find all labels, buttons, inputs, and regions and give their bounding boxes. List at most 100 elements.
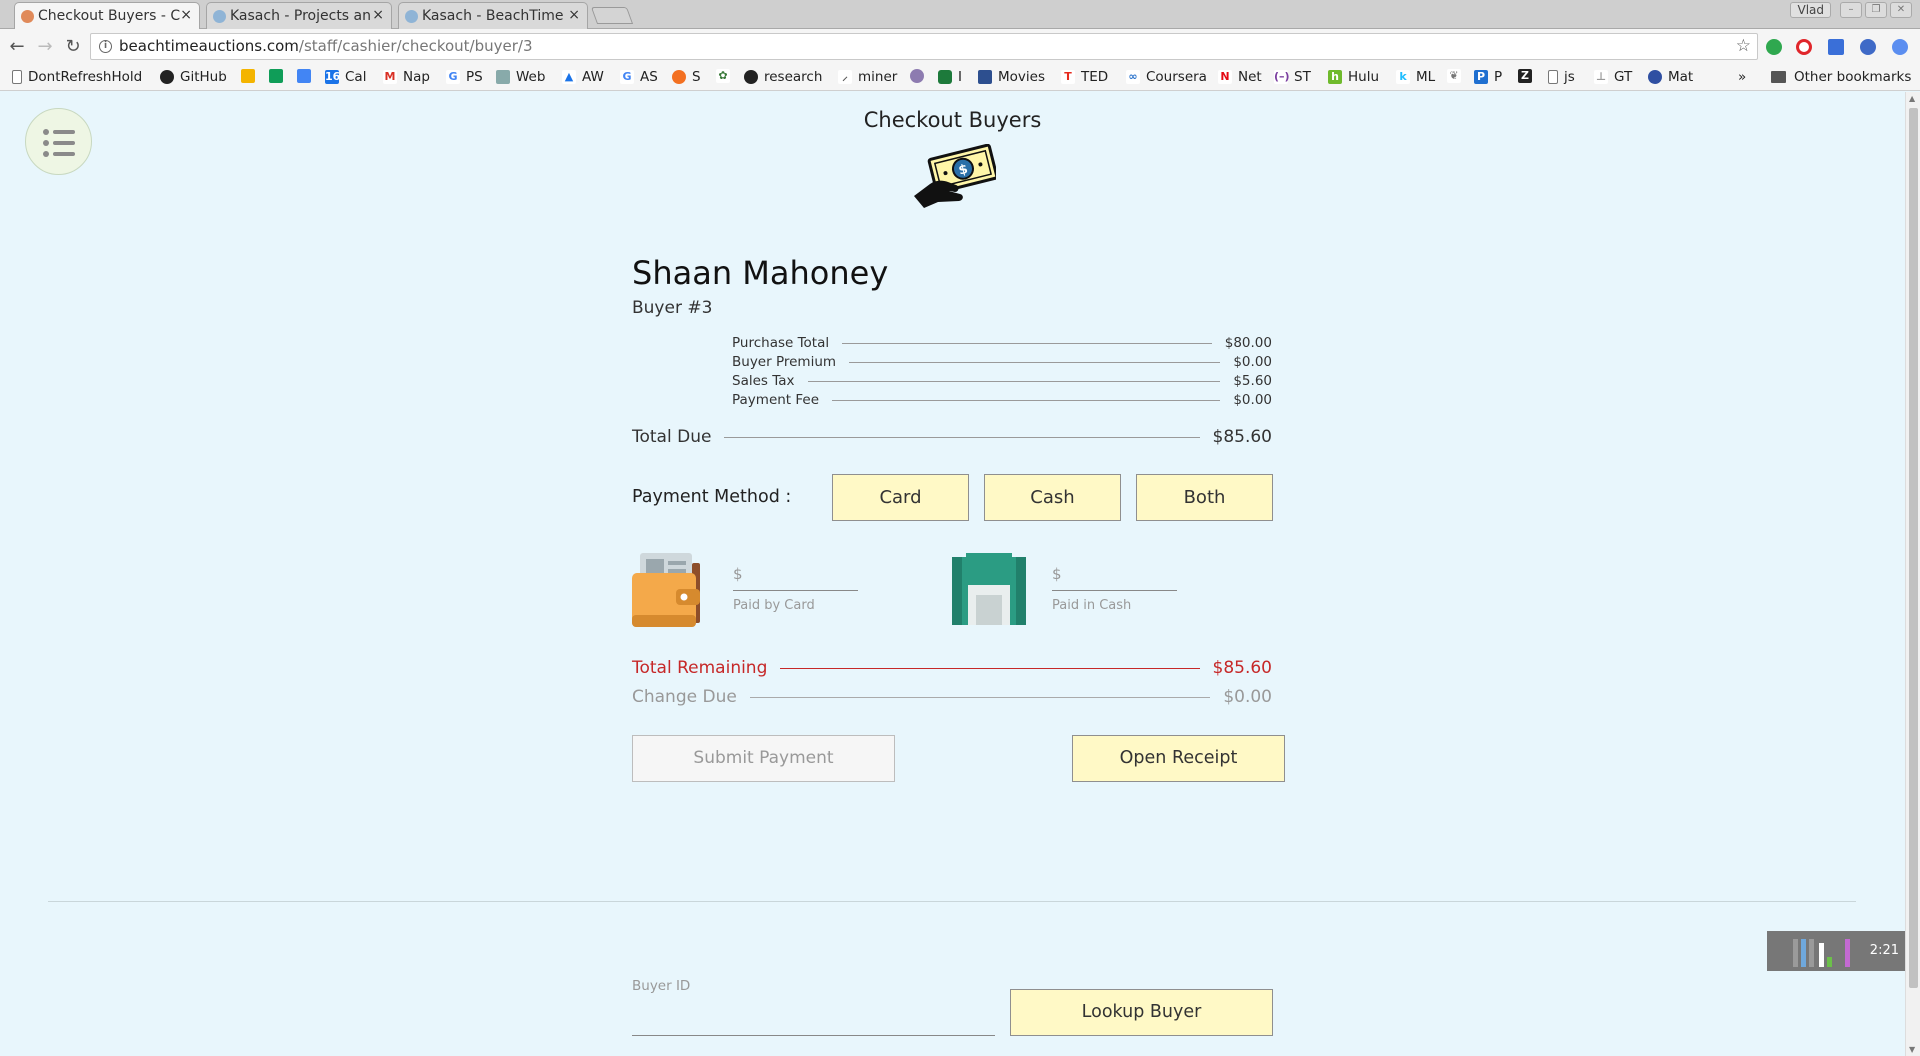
- bookmark-star-icon[interactable]: ☆: [1736, 34, 1751, 59]
- extension-calendar-icon[interactable]: [1828, 39, 1844, 55]
- line-item-label: Buyer Premium: [732, 354, 837, 370]
- tab-kasach-beachtime[interactable]: Kasach - BeachTime ×: [398, 2, 588, 29]
- page-icon: [12, 70, 22, 84]
- bookmark-cal[interactable]: 16 Cal: [325, 69, 366, 85]
- open-receipt-button[interactable]: Open Receipt: [1072, 735, 1285, 782]
- paid-by-card-input[interactable]: [733, 565, 858, 591]
- tab-title: Checkout Buyers - C: [38, 8, 181, 24]
- scrollbar-thumb[interactable]: [1909, 108, 1918, 988]
- close-window-icon[interactable]: ✕: [1890, 2, 1912, 18]
- chat-favicon-icon: [405, 10, 418, 23]
- bookmark-movies[interactable]: Movies: [978, 69, 1045, 85]
- bookmark-z[interactable]: Z: [1518, 69, 1538, 83]
- divider: [749, 696, 1211, 698]
- tab-checkout-buyers[interactable]: Checkout Buyers - C ×: [14, 2, 200, 30]
- extension-cap-icon[interactable]: [1860, 39, 1876, 55]
- buyer-id-input[interactable]: [632, 996, 995, 1036]
- change-due-row: Change Due $0.00: [632, 687, 1272, 707]
- card-button[interactable]: Card: [832, 474, 969, 521]
- payment-method-label: Payment Method :: [632, 487, 792, 507]
- bookmark-p[interactable]: PP: [1474, 69, 1502, 85]
- bookmark-coursera[interactable]: ∞ Coursera: [1126, 69, 1207, 85]
- other-bookmarks-folder[interactable]: Other bookmarks: [1771, 69, 1911, 85]
- browser-toolbar: ← → ↻ i beachtimeauctions.com/staff/cash…: [0, 29, 1920, 64]
- web-icon: [496, 70, 510, 84]
- line-item-purchase-total: Purchase Total $80.00: [732, 335, 1272, 351]
- reload-icon[interactable]: ↻: [62, 36, 84, 58]
- total-remaining-row: Total Remaining $85.60: [632, 658, 1272, 678]
- bookmark-st[interactable]: (–) ST: [1274, 69, 1311, 85]
- bookmark-ml[interactable]: k ML: [1396, 69, 1435, 85]
- bookmark-research[interactable]: research: [744, 69, 822, 85]
- bookmark-s[interactable]: S: [672, 69, 701, 85]
- bookmark-nap[interactable]: M Nap: [383, 69, 430, 85]
- net-graph-bar: [1827, 957, 1832, 967]
- bookmark-i[interactable]: I: [938, 69, 962, 85]
- bookmark-aw[interactable]: ▲ AW: [562, 69, 604, 85]
- restore-icon[interactable]: ❐: [1865, 2, 1887, 18]
- cash-button[interactable]: Cash: [984, 474, 1121, 521]
- clock: 2:21: [1869, 943, 1899, 958]
- profile-button[interactable]: Vlad: [1790, 2, 1831, 18]
- bookmark-dontrefreshhold[interactable]: DontRefreshHold: [12, 69, 142, 85]
- site-info-icon[interactable]: i: [99, 40, 112, 53]
- both-button[interactable]: Both: [1136, 474, 1273, 521]
- submit-payment-button[interactable]: Submit Payment: [632, 735, 895, 782]
- minimize-icon[interactable]: –: [1840, 2, 1862, 18]
- bookmark-drive[interactable]: [241, 69, 261, 83]
- tab-kasach-projects[interactable]: Kasach - Projects an ×: [206, 2, 392, 29]
- scroll-down-icon[interactable]: ▼: [1909, 1045, 1915, 1054]
- bookmark-sheets[interactable]: [269, 69, 289, 83]
- bookmark-leaf[interactable]: ❦: [1447, 69, 1467, 83]
- scroll-up-icon[interactable]: ▲: [1909, 94, 1915, 103]
- extension-blue-icon[interactable]: [1892, 39, 1908, 55]
- bookmark-ps[interactable]: G PS: [446, 69, 483, 85]
- bookmark-as[interactable]: G AS: [620, 69, 658, 85]
- total-remaining-amount: $85.60: [1212, 658, 1272, 678]
- bookmark-js[interactable]: js: [1548, 69, 1575, 85]
- bookmark-label: GT: [1614, 69, 1633, 85]
- address-bar[interactable]: i beachtimeauctions.com/staff/cashier/ch…: [90, 33, 1758, 60]
- tab-close-icon[interactable]: ×: [180, 7, 192, 23]
- bookmark-net[interactable]: N Net: [1218, 69, 1262, 85]
- bookmark-ted[interactable]: T TED: [1061, 69, 1108, 85]
- new-tab-button[interactable]: [590, 7, 634, 24]
- lookup-buyer-button[interactable]: Lookup Buyer: [1010, 989, 1273, 1036]
- tab-close-icon[interactable]: ×: [372, 7, 384, 23]
- forward-icon[interactable]: →: [34, 36, 56, 58]
- hulu-icon: h: [1328, 70, 1342, 84]
- bookmark-gear[interactable]: ✿: [716, 69, 736, 83]
- bookmark-docs[interactable]: [297, 69, 317, 83]
- bookmark-circle[interactable]: [910, 69, 930, 83]
- line-item-amount: $5.60: [1233, 373, 1272, 389]
- bookmark-label: TED: [1081, 69, 1109, 85]
- bookmark-web[interactable]: Web: [496, 69, 545, 85]
- wallet-icon: [632, 553, 700, 627]
- bookmark-label: Cal: [345, 69, 367, 85]
- line-item-amount: $0.00: [1233, 354, 1272, 370]
- line-item-payment-fee: Payment Fee $0.00: [732, 392, 1272, 408]
- bookmark-mat[interactable]: Mat: [1648, 69, 1693, 85]
- bookmark-miner[interactable]: ⸝ miner: [838, 69, 897, 85]
- page-title: Checkout Buyers: [863, 108, 1042, 132]
- bookmark-label: Nap: [403, 69, 430, 85]
- bookmark-github[interactable]: GitHub: [160, 69, 227, 85]
- change-due-label: Change Due: [632, 687, 737, 707]
- bookmark-gt[interactable]: ⊥ GT: [1594, 69, 1632, 85]
- extension-green-icon[interactable]: [1766, 39, 1782, 55]
- back-icon[interactable]: ←: [6, 36, 28, 58]
- paid-by-card-hint: Paid by Card: [733, 598, 815, 613]
- extension-opera-icon[interactable]: [1796, 39, 1812, 55]
- bookmark-hulu[interactable]: h Hulu: [1328, 69, 1379, 85]
- line-item-sales-tax: Sales Tax $5.60: [732, 373, 1272, 389]
- bookmark-label: Movies: [998, 69, 1045, 85]
- section-divider: [48, 901, 1856, 902]
- pick-icon: ⸝: [838, 70, 852, 84]
- tab-close-icon[interactable]: ×: [568, 7, 580, 23]
- paid-in-cash-input[interactable]: [1052, 565, 1177, 591]
- page-scrollbar[interactable]: ▲ ▼: [1905, 92, 1920, 1056]
- buyer-id-label: Buyer ID: [632, 978, 691, 994]
- hand-money-icon: $: [914, 144, 996, 208]
- more-bookmarks-button[interactable]: »: [1738, 69, 1746, 85]
- bookmarks-bar: DontRefreshHold GitHub 16 Cal M Nap G PS We…: [0, 64, 1920, 91]
